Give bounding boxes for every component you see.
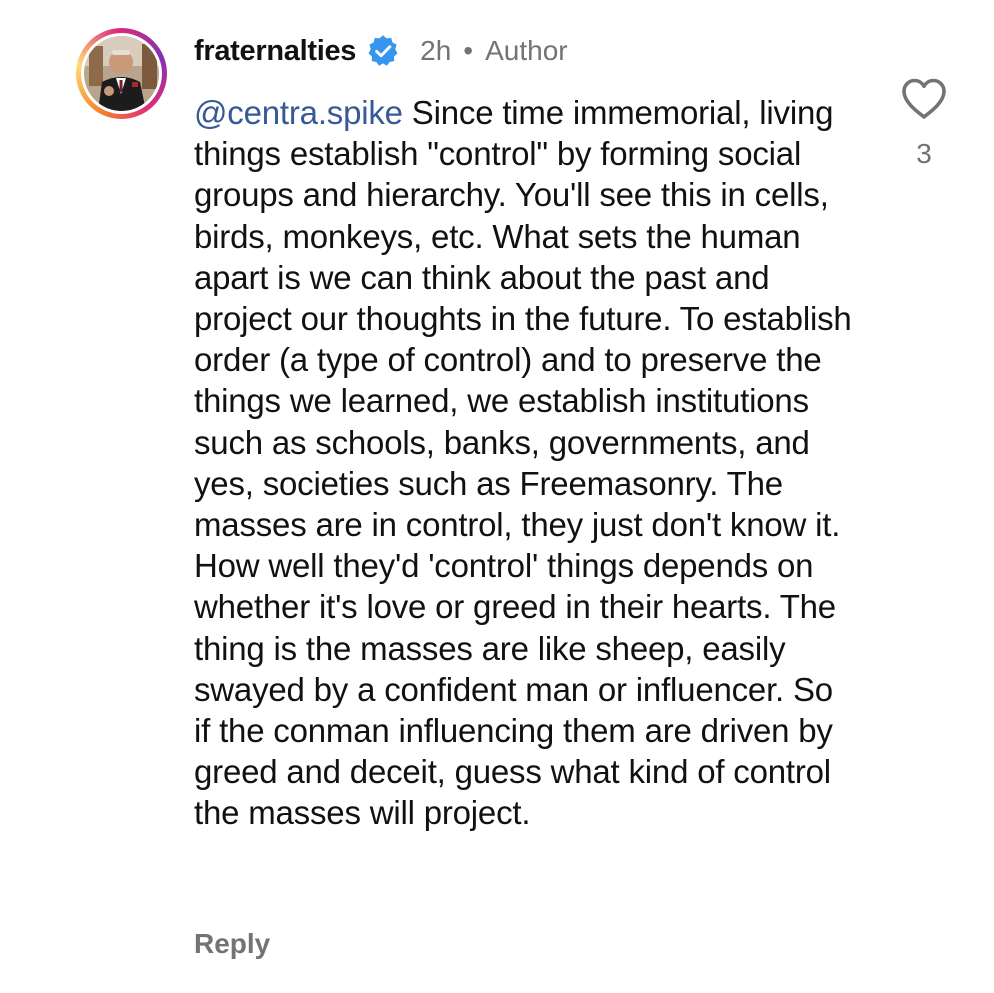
meta-separator: • xyxy=(463,35,474,66)
mention-link[interactable]: @centra.spike xyxy=(194,94,403,131)
verified-badge-icon xyxy=(366,34,400,68)
avatar-story-ring[interactable] xyxy=(76,28,167,119)
author-badge: Author xyxy=(485,35,568,66)
username-link[interactable]: fraternalties xyxy=(194,35,356,68)
comment-body: Since time immemorial, living things est… xyxy=(194,94,852,832)
comment: fraternalties 2h • Author @centra.spike … xyxy=(0,0,994,993)
reply-button[interactable]: Reply xyxy=(194,928,270,960)
like-count: 3 xyxy=(916,138,932,169)
avatar[interactable] xyxy=(81,33,162,114)
avatar-photo xyxy=(84,36,159,111)
comment-time: 2h xyxy=(420,35,452,66)
heart-icon[interactable] xyxy=(900,76,948,122)
comment-text: @centra.spike Since time immemorial, liv… xyxy=(194,92,854,834)
comment-header: fraternalties 2h • Author xyxy=(194,30,568,72)
